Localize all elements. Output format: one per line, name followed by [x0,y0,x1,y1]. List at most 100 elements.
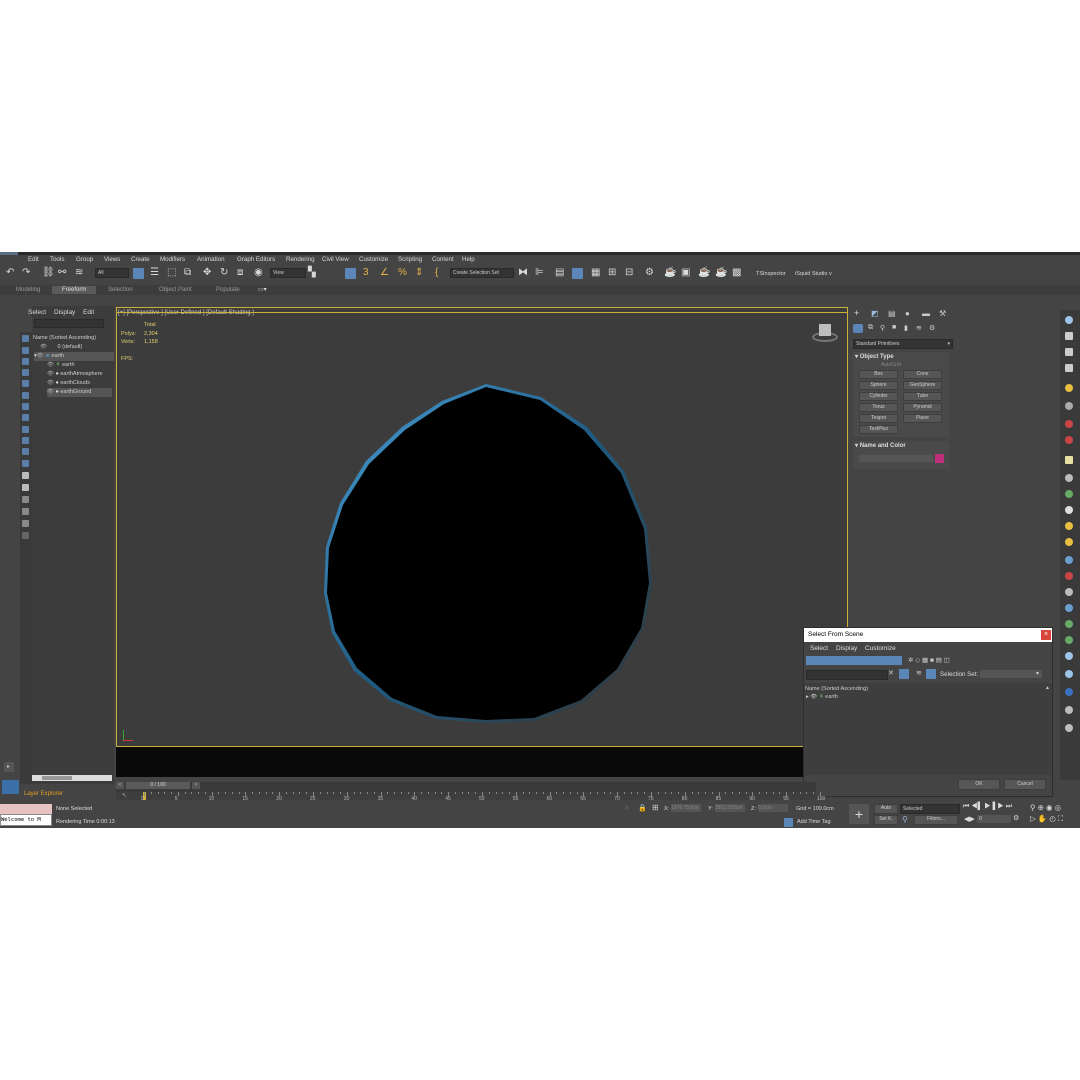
menu-animation[interactable]: Animation [197,256,225,263]
filter-icon[interactable] [22,520,29,527]
spacewarps-category-icon[interactable]: ≋ [916,324,922,332]
ok-button[interactable]: OK [958,779,1000,790]
close-icon[interactable]: × [1041,630,1051,640]
visibility-eye-icon[interactable]: 👁 [47,389,54,395]
torus-button[interactable]: Torus [859,403,898,412]
object-type-header[interactable]: ▾ Object Type [855,353,894,360]
selection-filter-dropdown[interactable]: All [95,268,129,278]
cone-button[interactable]: Cone [903,370,942,379]
helpers-category-icon[interactable]: ▮ [904,324,908,332]
rectangle-selection-icon[interactable]: ⬚ [167,267,176,279]
sync-selection-icon[interactable] [22,508,29,515]
tsinspector-button[interactable]: TSInspector [756,271,786,277]
tool-icon-16[interactable] [1065,572,1073,580]
menu-customize[interactable]: Customize [359,256,388,263]
tree-row-layer-default[interactable]: 👁 0 (default) [40,343,122,352]
viewport-navigation-icons[interactable]: ⚲ ⊕ ◉ ◎ [1030,803,1061,812]
tool-icon-4[interactable] [1065,364,1073,372]
scene-menu-display[interactable]: Display [54,309,75,316]
redo-icon[interactable]: ↷ [22,267,30,279]
display-frozen-icon[interactable] [22,448,29,455]
render-online-icon[interactable]: ▩ [732,267,741,279]
dialog-menu-select[interactable]: Select [810,645,828,652]
tool-icon-15[interactable] [1065,556,1073,564]
visibility-eye-icon[interactable]: 👁 [37,353,44,359]
render-production-icon[interactable]: ▣ [681,267,690,279]
tool-icon-14[interactable] [1065,538,1073,546]
absolute-mode-icon[interactable]: ⊞ [652,803,659,812]
hierarchy-toggle-icon[interactable] [926,669,936,679]
menu-views[interactable]: Views [104,256,120,263]
unlink-icon[interactable]: ⚯ [58,267,66,279]
menu-edit[interactable]: Edit [28,256,39,263]
tool-icon-8[interactable] [1065,436,1073,444]
tool-icon-2[interactable] [1065,332,1073,340]
tool-icon-20[interactable] [1065,636,1073,644]
tool-icon-5[interactable] [1065,384,1073,392]
expand-arrow-icon[interactable]: ▸ [806,694,809,700]
menu-tools[interactable]: Tools [50,256,64,263]
dialog-title-bar[interactable]: Select From Scene × [804,628,1052,642]
edit-named-selection-icon[interactable]: { [435,267,438,279]
display-lights-icon[interactable] [22,358,29,365]
tree-row-object-earthground[interactable]: 👁 ● earthGround [47,388,112,397]
visibility-eye-icon[interactable]: 👁 [47,362,54,368]
render-setup-icon[interactable]: ⚙ [645,267,654,279]
key-filter-icon[interactable]: ⚲ [902,815,908,824]
tool-icon-3[interactable] [1065,348,1073,356]
keyboard-shortcut-override-icon[interactable] [345,268,356,279]
tool-icon-10[interactable] [1065,474,1073,482]
filters-button[interactable]: Filters... [914,815,958,825]
undo-icon[interactable]: ↶ [6,267,14,279]
maxscript-listener-input[interactable]: Welcome to M [0,814,52,826]
material-editor-icon[interactable]: ⊟ [625,267,633,279]
menu-group[interactable]: Group [76,256,93,263]
textplus-button[interactable]: TextPlus [859,425,898,434]
display-bones-icon[interactable] [22,426,29,433]
autogrid-checkbox[interactable]: AutoGrid [881,362,901,368]
add-time-tag-button[interactable]: Add Time Tag [797,819,831,825]
display-containers-icon[interactable] [22,437,29,444]
layer-manager-icon[interactable]: ▤ [555,267,564,279]
plane-button[interactable]: Plane [903,414,942,423]
window-crossing-icon[interactable]: ⧉ [184,267,191,279]
dialog-menu-display[interactable]: Display [836,645,857,652]
help-icon[interactable] [1065,724,1073,732]
tool-icon-11[interactable] [1065,490,1073,498]
render-iterative-icon[interactable]: ☕ [698,267,710,279]
tab-freeform[interactable]: Freeform [52,286,97,294]
scene-search-input[interactable] [34,319,104,328]
display-spacewarps-icon[interactable] [22,392,29,399]
scene-menu-edit[interactable]: Edit [83,309,94,316]
create-tab-icon[interactable]: + [854,308,859,318]
menu-create[interactable]: Create [131,256,150,263]
geosphere-button[interactable]: GeoSphere [903,381,942,390]
tool-icon-12[interactable] [1065,506,1073,514]
select-object-icon[interactable] [133,268,144,279]
curve-editor-icon[interactable]: ▦ [591,267,600,279]
perspective-viewport[interactable]: [+] [Perspective ] [User Defined ] [Defa… [116,307,848,747]
menu-rendering[interactable]: Rendering [286,256,315,263]
reference-coordinate-dropdown[interactable]: View [270,268,306,278]
filter-icon[interactable] [899,669,909,679]
menu-modifiers[interactable]: Modifiers [160,256,185,263]
tab-populate[interactable]: Populate [212,286,244,294]
dialog-list-header[interactable]: Name (Sorted Ascending) [805,686,868,692]
rotate-icon[interactable]: ↻ [220,267,228,279]
time-configuration-icon[interactable]: ⚙ [1013,814,1019,822]
isolate-selection-icon[interactable]: ✖ [624,804,630,812]
cylinder-button[interactable]: Cylinder [859,392,898,401]
tool-icon-13[interactable] [1065,522,1073,530]
named-selection-set-dropdown[interactable]: Create Selection Set [450,268,514,278]
tool-icon-9[interactable] [1065,456,1073,464]
hierarchy-tab-icon[interactable]: ▤ [888,309,896,318]
lock-cell-edit-icon[interactable] [22,532,29,539]
scene-explorer-scrollbar[interactable] [32,775,112,781]
box-button[interactable]: Box [859,370,898,379]
menu-help[interactable]: Help [462,256,475,263]
select-by-name-icon[interactable]: ☰ [150,267,159,279]
scene-explorer-toggle-icon[interactable] [572,268,583,279]
place-icon[interactable]: ◉ [254,267,263,279]
curve-editor-mini-icon[interactable]: ↖ [122,792,127,799]
tool-icon-1[interactable] [1065,316,1073,324]
